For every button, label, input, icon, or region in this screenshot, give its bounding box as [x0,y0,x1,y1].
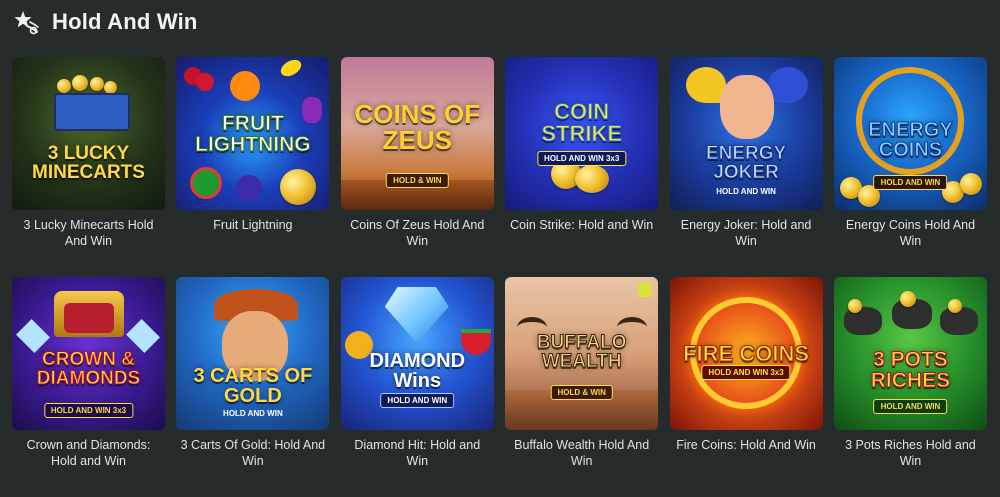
games-grid: 3 LUCKY MINECARTS 3 Lucky Minecarts Hold… [12,57,987,497]
game-title[interactable]: 3 Pots Riches Hold and Win [834,437,987,469]
game-logo: ENERGY COINS [868,118,953,161]
game-title[interactable]: 3 Carts Of Gold: Hold And Win [176,437,329,469]
game-logo: ENERGY JOKER [705,142,787,183]
game-logo: BUFFALO WEALTH [536,331,627,372]
game-title[interactable]: Fire Coins: Hold And Win [670,437,823,453]
game-thumbnail[interactable]: ENERGY COINS HOLD AND WIN [833,57,987,210]
game-badge: HOLD AND WIN 3x3 [537,151,627,166]
game-title[interactable]: Crown and Diamonds: Hold and Win [12,437,165,469]
game-card-energy-joker[interactable]: ENERGY JOKER HOLD AND WIN Energy Joker: … [669,57,823,277]
game-thumbnail[interactable]: BUFFALO WEALTH HOLD & WIN [505,277,659,430]
game-thumbnail[interactable]: 3 LUCKY MINECARTS [12,57,165,210]
section-header: Hold And Win [12,6,198,38]
game-card-3-lucky-minecarts[interactable]: 3 LUCKY MINECARTS 3 Lucky Minecarts Hold… [12,57,165,277]
game-card-buffalo-wealth[interactable]: BUFFALO WEALTH HOLD & WIN Buffalo Wealth… [505,277,659,497]
game-title[interactable]: Fruit Lightning [176,217,329,233]
section-title: Hold And Win [52,9,198,34]
game-card-coins-of-zeus[interactable]: COINS OF ZEUS HOLD & WIN Coins Of Zeus H… [340,57,494,277]
game-badge: HOLD AND WIN [873,399,948,414]
game-title[interactable]: Coin Strike: Hold and Win [505,217,658,233]
game-badge: HOLD AND WIN 3x3 [701,365,791,380]
game-logo: COIN STRIKE [541,98,623,146]
shooting-star-icon [12,8,40,36]
game-card-coin-strike[interactable]: COIN STRIKE HOLD AND WIN 3x3 Coin Strike… [505,57,659,277]
game-card-fire-coins[interactable]: FIRE COINS HOLD AND WIN 3x3 Fire Coins: … [669,277,823,497]
game-badge: HOLD AND WIN [873,175,948,190]
game-thumbnail[interactable]: 3 POTS RICHES HOLD AND WIN [833,277,987,430]
game-logo: FIRE COINS [683,340,810,366]
game-card-crown-and-diamonds[interactable]: CROWN & DIAMONDS HOLD AND WIN 3x3 Crown … [12,277,165,497]
game-title[interactable]: Energy Joker: Hold and Win [670,217,823,249]
game-logo: DIAMOND Wins [369,349,466,392]
game-card-diamond-wins[interactable]: DIAMOND Wins HOLD AND WIN Diamond Hit: H… [340,277,494,497]
game-badge: HOLD & WIN [386,173,449,188]
game-thumbnail[interactable]: COINS OF ZEUS HOLD & WIN [340,57,494,210]
game-title[interactable]: Diamond Hit: Hold and Win [341,437,494,469]
game-logo: COINS OF ZEUS [354,98,481,155]
game-thumbnail[interactable]: DIAMOND Wins HOLD AND WIN [340,277,494,430]
game-title[interactable]: Buffalo Wealth Hold And Win [505,437,658,469]
game-thumbnail[interactable]: 3 CARTS OF GOLD HOLD AND WIN [176,277,330,430]
game-title[interactable]: Energy Coins Hold And Win [834,217,987,249]
game-thumbnail[interactable]: FIRE COINS HOLD AND WIN 3x3 [669,277,823,430]
game-title[interactable]: 3 Lucky Minecarts Hold And Win [12,217,165,249]
game-badge: HOLD AND WIN [380,393,455,408]
game-logo: 3 CARTS OF GOLD [193,364,313,407]
game-thumbnail[interactable]: FRUIT LIGHTNING [176,57,330,210]
game-card-fruit-lightning[interactable]: FRUIT LIGHTNING Fruit Lightning [176,57,330,277]
game-thumbnail[interactable]: CROWN & DIAMONDS HOLD AND WIN 3x3 [12,277,165,430]
game-card-energy-coins[interactable]: ENERGY COINS HOLD AND WIN Energy Coins H… [833,57,987,277]
game-logo: 3 LUCKY MINECARTS [32,142,145,183]
game-card-3-pots-riches[interactable]: 3 POTS RICHES HOLD AND WIN 3 Pots Riches… [833,277,987,497]
game-logo: CROWN & DIAMONDS [36,348,141,389]
game-badge: HOLD AND WIN 3x3 [43,403,134,418]
game-title[interactable]: Coins Of Zeus Hold And Win [341,217,494,249]
game-logo: 3 POTS RICHES [870,347,951,392]
game-thumbnail[interactable]: ENERGY JOKER HOLD AND WIN [669,57,823,210]
game-badge: HOLD AND WIN [716,187,776,196]
game-badge: HOLD AND WIN [223,409,283,418]
game-badge: HOLD & WIN [550,385,613,400]
game-card-3-carts-of-gold[interactable]: 3 CARTS OF GOLD HOLD AND WIN 3 Carts Of … [176,277,330,497]
game-thumbnail[interactable]: COIN STRIKE HOLD AND WIN 3x3 [505,57,659,210]
game-logo: FRUIT LIGHTNING [195,111,312,156]
